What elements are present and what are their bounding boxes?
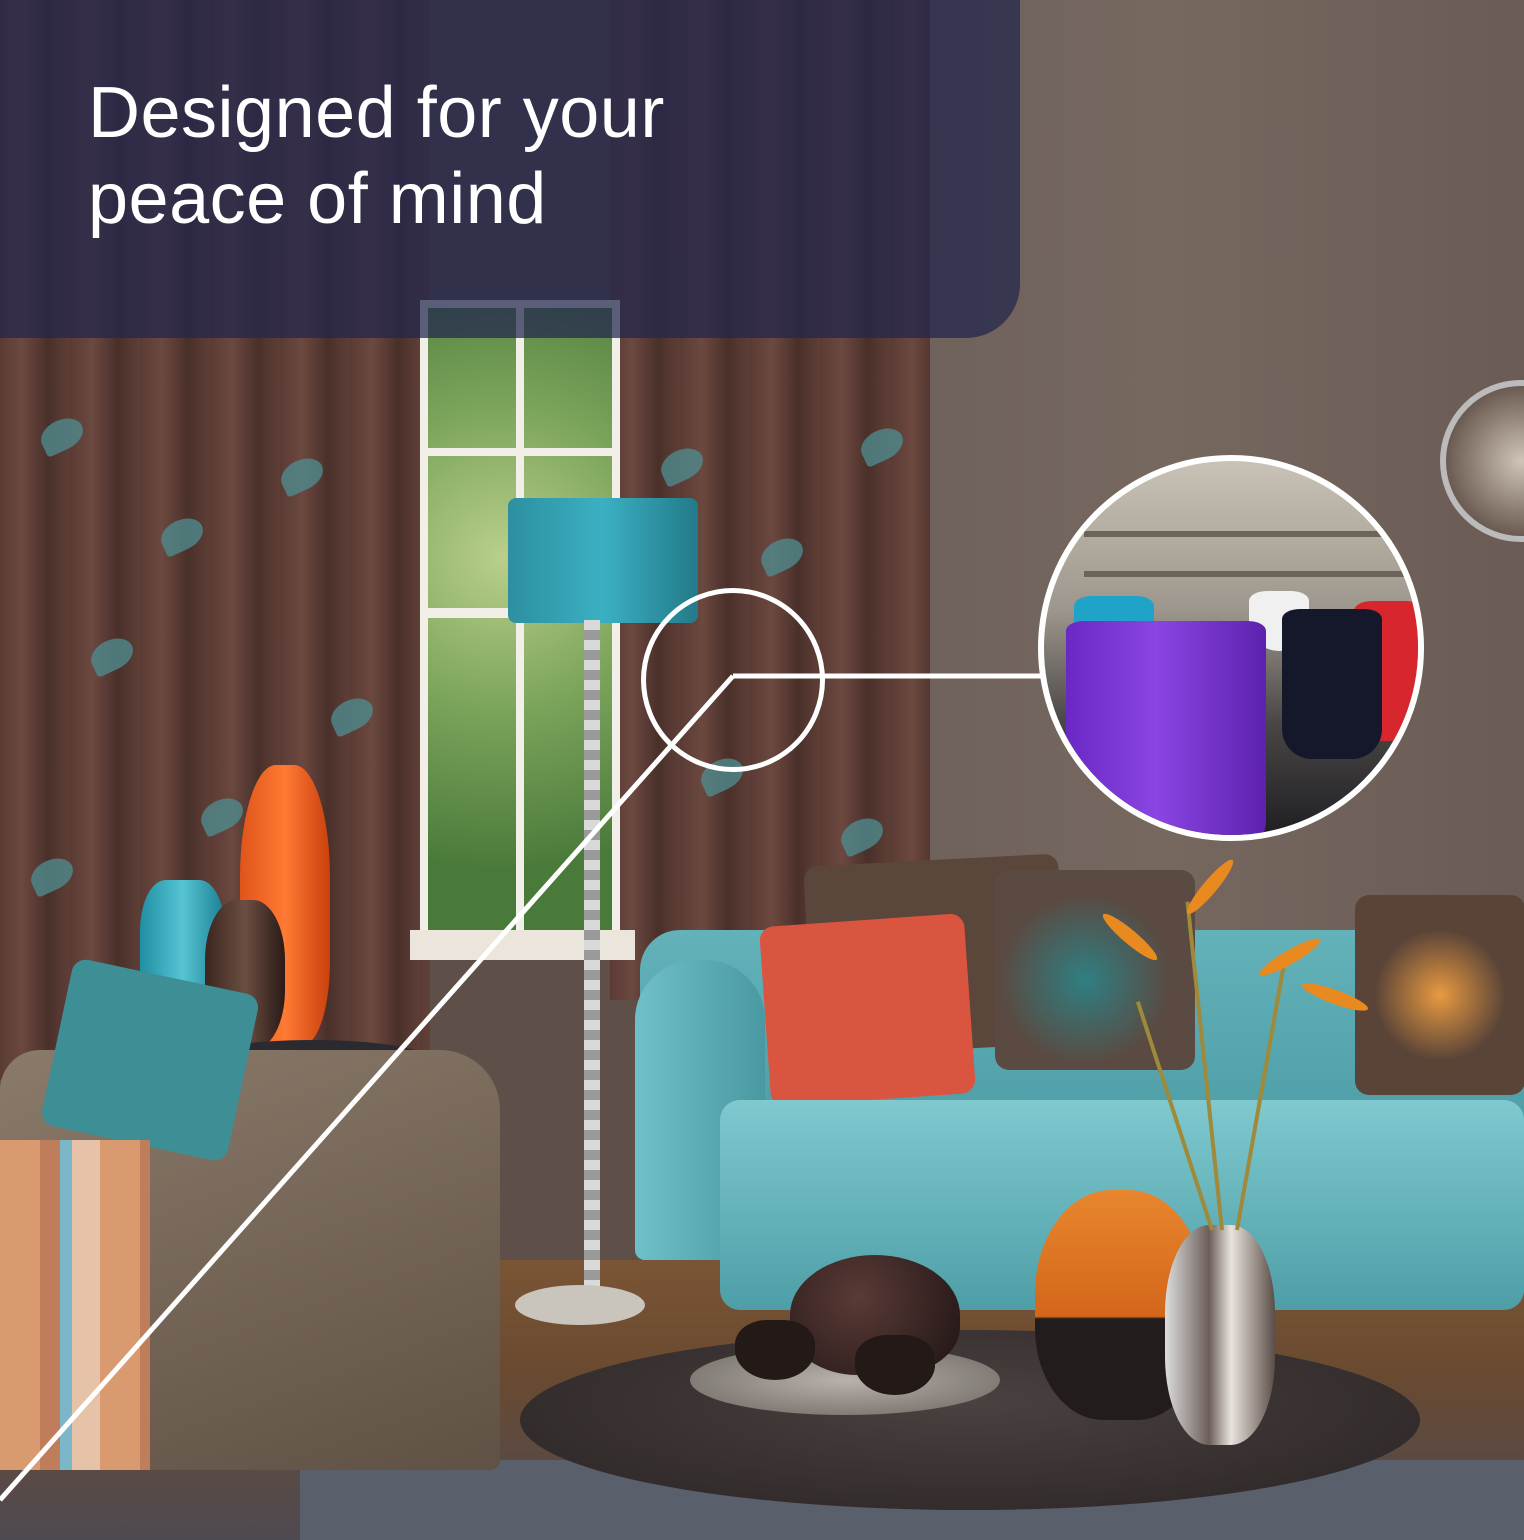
yarn-inset-circle [1038,455,1424,841]
factory-shelf [1084,531,1404,537]
yarn-cone-purple [1066,621,1266,835]
yarn-cone-navy [1282,609,1382,759]
zoom-ring [641,588,825,772]
advert-page: Designed for your peace of mind [0,0,1524,1540]
callout-diagonal-line [0,674,735,1502]
factory-shelf [1084,571,1404,577]
